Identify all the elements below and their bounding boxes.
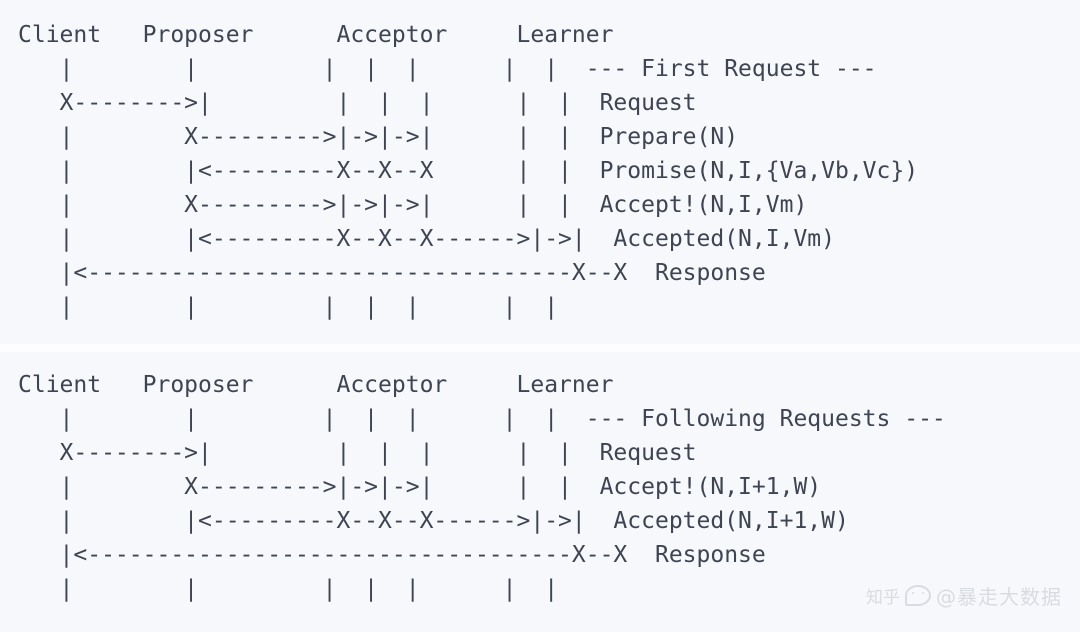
block-separator <box>0 344 1080 352</box>
paxos-first-request-block: Client Proposer Acceptor Learner | | | |… <box>0 0 1080 344</box>
paxos-following-requests-block: Client Proposer Acceptor Learner | | | |… <box>0 352 1080 632</box>
ascii-art-first-request: Client Proposer Acceptor Learner | | | |… <box>18 22 919 320</box>
diagram-page: Client Proposer Acceptor Learner | | | |… <box>0 0 1080 632</box>
ascii-art-following-requests: Client Proposer Acceptor Learner | | | |… <box>18 372 946 602</box>
